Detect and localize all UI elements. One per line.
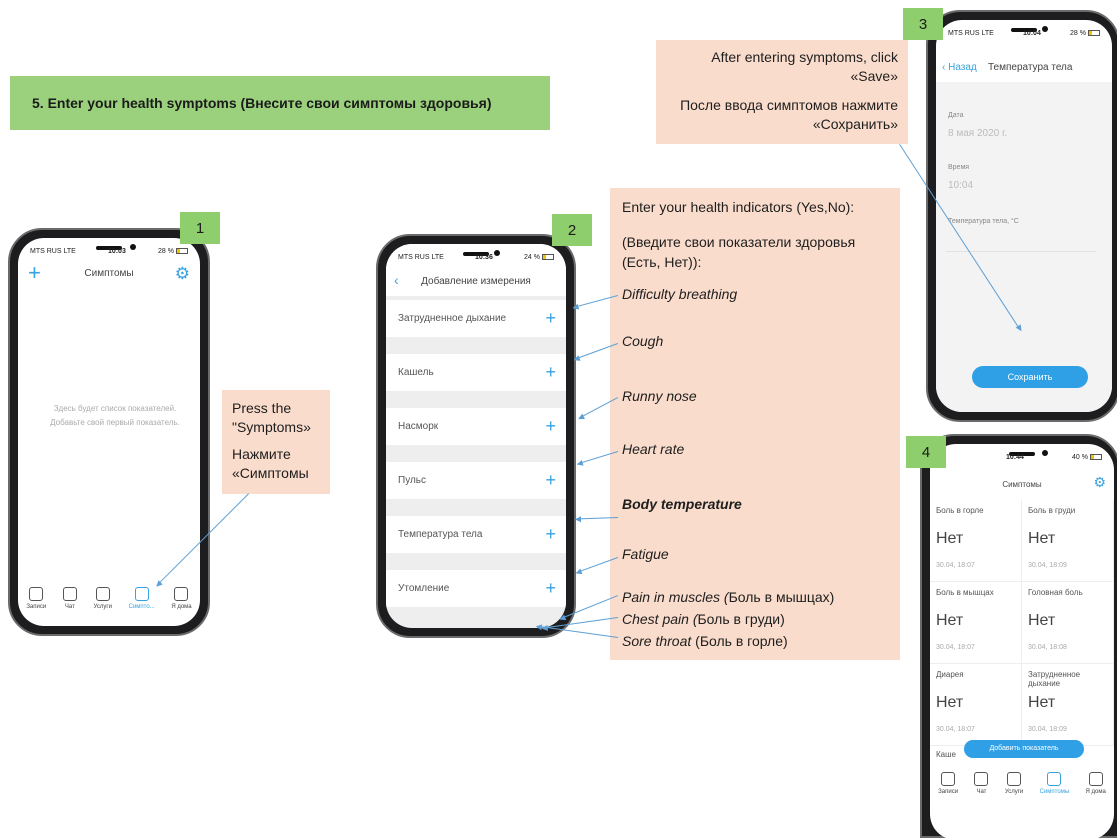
tab-chat[interactable]: Чат [62,586,77,610]
measurement-row[interactable]: Затрудненное дыхание + [386,300,566,338]
tab-bar: Записи Чат Услуги Симпто... Я дома [18,570,200,626]
step-badge-1: 1 [180,212,220,244]
symptom-card[interactable]: Затрудненное дыхание Нет 30.04, 18:09 [1022,664,1114,746]
partial-card-name: Каше [936,750,956,759]
add-icon[interactable]: + [545,524,556,545]
status-bar: 10:44 40 % [930,450,1114,464]
symptoms-icon [1047,771,1062,786]
screen-title: Симптомы [1002,480,1042,489]
step-badge-4: 4 [906,436,946,468]
symptom-card[interactable]: Головная боль Нет 30.04, 18:08 [1022,582,1114,664]
indicator-label: Fatigue [622,546,669,562]
status-bar: MTS RUS LTE 10:36 24 % [386,250,566,264]
records-icon [29,586,44,601]
tab-services[interactable]: Услуги [1005,771,1023,795]
measurement-row[interactable]: Пульс + [386,462,566,500]
tab-home[interactable]: Я дома [171,586,192,610]
screen-title: Добавление измерения [421,276,531,287]
measurement-row[interactable]: Насморк + [386,408,566,446]
indicator-label: Heart rate [622,441,685,457]
note-press-symptoms: Press the "Symptoms» Нажмите «Симптомы [222,390,330,494]
step-badge-3: 3 [903,8,943,40]
date-label: Дата [948,112,964,119]
home-icon [174,586,189,601]
indicator-label: Runny nose [622,388,697,404]
symptom-card[interactable]: Боль в мышцах Нет 30.04, 18:07 [930,582,1022,664]
chat-icon [974,771,989,786]
add-icon[interactable]: + [545,578,556,599]
save-button[interactable]: Сохранить [972,366,1088,388]
phone-symptoms-list: 10:44 40 % Симптомы ⚙ Боль в горле Нет 30.… [920,434,1117,840]
step-title: 5. Enter your health symptoms (Внесите с… [10,76,550,130]
phone-body-temperature: MTS RUS LTE 10:04 28 % ‹ Назад Температу… [926,10,1117,422]
time-field[interactable]: 10:04 [948,180,973,191]
symptom-card[interactable]: Боль в груди Нет 30.04, 18:09 [1022,500,1114,582]
tab-symptoms[interactable]: Симпто... [129,586,155,610]
tab-records[interactable]: Записи [26,586,46,610]
symptoms-icon [134,586,149,601]
temperature-label: Температура тела, °С [948,218,1019,225]
tab-home[interactable]: Я дома [1086,771,1106,795]
phone-symptoms-empty: MTS RUS LTE 10:03 28 % + Симптомы ⚙ Здес… [8,228,210,636]
measurement-row[interactable]: Утомление + [386,570,566,608]
add-icon[interactable]: + [545,416,556,437]
symptom-card[interactable]: Боль в горле Нет 30.04, 18:07 [930,500,1022,582]
tab-bar: Записи Чат Услуги Симптомы Я дома [930,760,1114,806]
status-bar: MTS RUS LTE 10:04 28 % [936,26,1112,40]
back-button[interactable]: ‹ Назад [942,62,977,73]
chat-icon [62,586,77,601]
empty-state-text: Здесь будет список показателей. Добавьте… [50,404,180,427]
indicator-label: Cough [622,333,664,349]
date-field[interactable]: 8 мая 2020 г. [948,128,1007,139]
extra-indicator: Chest pain (Боль в груди) [622,611,785,627]
tab-services[interactable]: Услуги [94,586,112,610]
measurement-row[interactable]: Температура тела + [386,516,566,554]
tab-chat[interactable]: Чат [974,771,989,795]
services-icon [1007,771,1022,786]
time-label: Время [948,164,970,171]
records-icon [941,771,956,786]
screen-title: Симптомы [84,268,134,279]
add-icon[interactable]: + [545,470,556,491]
add-indicator-button[interactable]: Добавить показатель [964,740,1084,758]
extra-indicator: Sore throat (Боль в горле) [622,633,788,649]
step-badge-2: 2 [552,214,592,246]
add-icon[interactable]: + [545,308,556,329]
screen-title: Температура тела [988,62,1073,73]
note-save: After entering symptoms, click «Save» По… [656,40,908,144]
indicator-label: Difficulty breathing [622,286,738,302]
symptom-card[interactable]: Диарея Нет 30.04, 18:07 [930,664,1022,746]
tab-symptoms[interactable]: Симптомы [1040,771,1069,795]
phone-add-measurement: MTS RUS LTE 10:36 24 % ‹ Добавление изме… [376,234,576,638]
services-icon [95,586,110,601]
status-bar: MTS RUS LTE 10:03 28 % [18,244,200,258]
note-health-indicators: Enter your health indicators (Yes,No): (… [610,188,900,660]
measurement-row[interactable]: Кашель + [386,354,566,392]
home-icon [1088,771,1103,786]
gear-icon[interactable]: ⚙ [175,264,190,284]
indicator-label: Body temperature [622,496,742,512]
tab-records[interactable]: Записи [938,771,958,795]
add-icon[interactable]: + [545,362,556,383]
gear-icon[interactable]: ⚙ [1093,474,1106,491]
extra-indicator: Pain in muscles (Боль в мышцах) [622,589,835,605]
